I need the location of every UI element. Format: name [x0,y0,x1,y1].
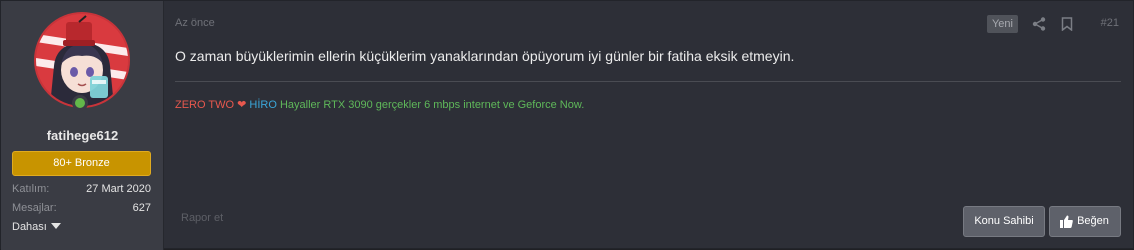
user-avatar[interactable] [34,12,130,108]
user-rank-badge: 80+ Bronze [12,151,151,176]
post-meta-actions: Yeni #21 [979,15,1119,33]
signature: ZERO TWO ❤ HİRO Hayaller RTX 3090 gerçek… [175,98,584,111]
user-sidebar: fatihege612 80+ Bronze Katılım: 27 Mart … [1,1,164,250]
report-link[interactable]: Rapor et [181,212,223,224]
share-icon[interactable] [1032,17,1046,31]
more-label: Dahası [12,221,47,233]
new-badge: Yeni [986,15,1018,33]
thumbs-up-icon [1060,215,1073,228]
stat-posts: Mesajlar: 627 [12,202,151,218]
username[interactable]: fatihege612 [1,128,164,143]
stat-joined-value: 27 Mart 2020 [86,183,151,195]
signature-zero-two: ZERO TWO [175,99,235,111]
stat-joined: Katılım: 27 Mart 2020 [12,183,151,199]
like-button[interactable]: Beğen [1049,206,1121,237]
more-toggle[interactable]: Dahası [12,221,61,233]
forum-post: fatihege612 80+ Bronze Katılım: 27 Mart … [0,0,1134,250]
thread-owner-button[interactable]: Konu Sahibi [963,206,1045,237]
stat-joined-label: Katılım: [12,183,50,195]
post-time[interactable]: Az önce [175,17,215,29]
caret-down-icon [50,223,61,229]
signature-hiro: HİRO [249,99,277,111]
avatar-image [36,14,128,106]
stat-posts-label: Mesajlar: [12,202,57,214]
online-status-icon [72,95,88,111]
post-number-link[interactable]: #21 [1101,17,1119,29]
post-message: O zaman büyüklerimin ellerin küçüklerim … [175,48,795,64]
heart-icon: ❤ [237,99,247,111]
stat-posts-value: 627 [132,202,151,214]
signature-text: Hayaller RTX 3090 gerçekler 6 mbps inter… [279,99,585,111]
like-label: Beğen [1077,215,1109,227]
signature-divider [175,81,1121,82]
bookmark-icon[interactable] [1061,17,1073,31]
